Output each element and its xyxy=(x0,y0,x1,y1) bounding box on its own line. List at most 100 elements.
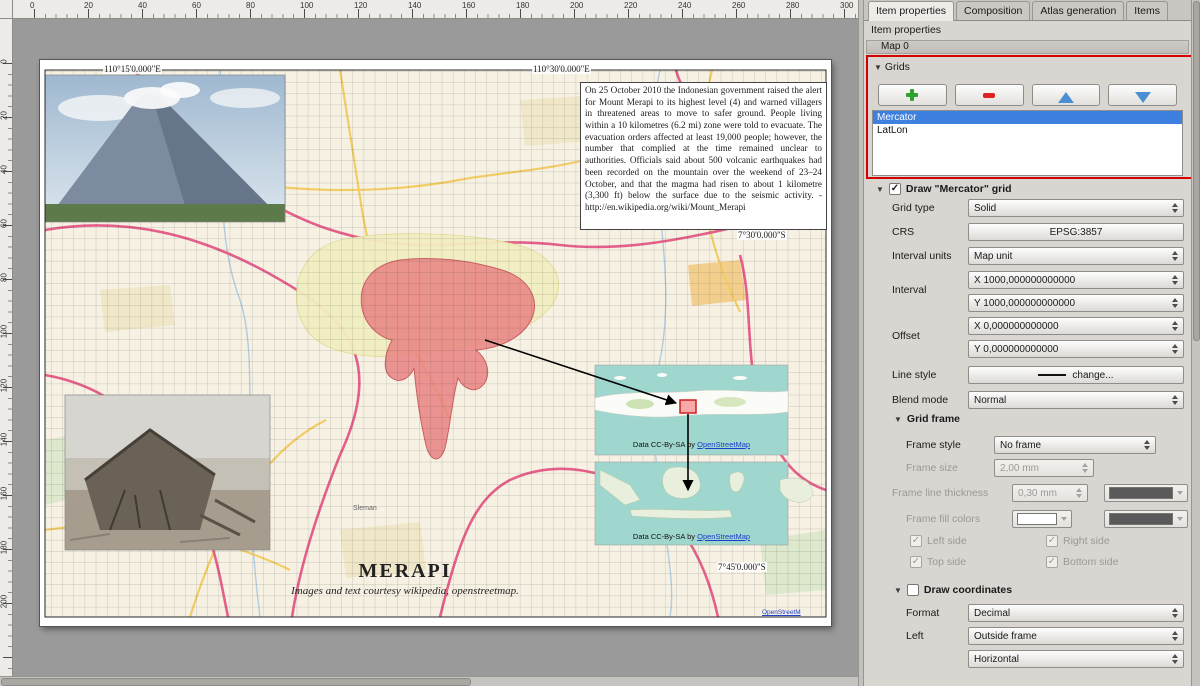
crs-button[interactable]: EPSG:3857 xyxy=(968,223,1184,241)
plus-icon xyxy=(904,87,920,103)
frame-fill-label: Frame fill colors xyxy=(906,513,980,525)
vertical-scrollbar-thumb[interactable] xyxy=(1193,1,1200,341)
horizontal-scrollbar-thumb[interactable] xyxy=(1,678,471,686)
vertical-scrollbar[interactable] xyxy=(1191,0,1200,686)
grid-coord-label: 7°30'0.000"S xyxy=(737,230,787,240)
interval-units-select[interactable]: Map unit xyxy=(968,247,1184,265)
blend-mode-label: Blend mode xyxy=(892,394,948,406)
checkbox-top-side: ✓Top side xyxy=(910,556,966,568)
grid-coord-label: 110°30'0.000"E xyxy=(532,64,591,74)
interval-x-spinbox[interactable]: X 1000,000000000000 xyxy=(968,271,1184,289)
composer-canvas[interactable]: 0204060801001201401601802002202402602803… xyxy=(0,0,858,686)
openstreetmap-link[interactable]: OpenStreetMap xyxy=(697,440,750,449)
interval-y-spinbox[interactable]: Y 1000,000000000000 xyxy=(968,294,1184,312)
inset-caption-1: Data CC-By-SA by OpenStreetMap xyxy=(597,440,786,449)
frame-fill-color2-button xyxy=(1104,510,1188,528)
ruler-corner xyxy=(0,0,13,19)
article-text-item[interactable]: On 25 October 2010 the Indonesian govern… xyxy=(580,82,827,230)
grid-frame-header[interactable]: ▼ Grid frame xyxy=(894,413,960,425)
grid-type-label: Grid type xyxy=(892,202,935,214)
left-mode-select[interactable]: Outside frame xyxy=(968,627,1184,645)
tab-items[interactable]: Items xyxy=(1126,1,1168,20)
grid-coord-label: 110°15'0.000"E xyxy=(103,64,162,74)
left-label: Left xyxy=(906,630,924,642)
grids-group-header[interactable]: ▼ Grids xyxy=(874,61,910,73)
interval-units-label: Interval units xyxy=(892,250,952,262)
arrow-down-icon xyxy=(1135,92,1151,103)
move-grid-down-button[interactable] xyxy=(1108,84,1177,106)
color-swatch xyxy=(1109,487,1173,499)
frame-style-select[interactable]: No frame xyxy=(994,436,1156,454)
tab-item-properties[interactable]: Item properties xyxy=(868,1,954,21)
draw-grid-checkbox[interactable]: ✓ xyxy=(889,183,901,195)
offset-y-spinbox[interactable]: Y 0,000000000000 xyxy=(968,340,1184,358)
frame-size-spinbox: 2,00 mm xyxy=(994,459,1094,477)
offset-x-spinbox[interactable]: X 0,000000000000 xyxy=(968,317,1184,335)
destroyed-house-photo[interactable] xyxy=(65,395,270,550)
draw-coordinates-checkbox[interactable] xyxy=(907,584,919,596)
remove-grid-button[interactable] xyxy=(955,84,1024,106)
map-item-header[interactable]: Map 0 xyxy=(866,40,1189,54)
left-orientation-select[interactable]: Horizontal xyxy=(968,650,1184,668)
map-title-item[interactable]: MERAPI Images and text courtesy wikipedi… xyxy=(255,560,555,597)
ruler-top: 0204060801001201401601802002202402602803… xyxy=(13,0,858,19)
volcano-photo[interactable] xyxy=(45,75,285,222)
frame-style-label: Frame style xyxy=(906,439,961,451)
frame-fill-color1-button xyxy=(1012,510,1072,528)
minus-icon xyxy=(981,87,997,103)
inset-extent-marker xyxy=(680,400,696,413)
panel-title: Item properties xyxy=(871,24,941,36)
line-style-button[interactable]: change... xyxy=(968,366,1184,384)
inset-caption-2: Data CC-By-SA by OpenStreetMap xyxy=(597,532,786,541)
map-title: MERAPI xyxy=(255,560,555,583)
tab-composition[interactable]: Composition xyxy=(956,1,1030,20)
checkbox-left-side: ✓Left side xyxy=(910,535,967,547)
grid-list-item-latlon[interactable]: LatLon xyxy=(873,124,1182,137)
frame-thickness-label: Frame line thickness xyxy=(892,487,988,499)
collapse-triangle-icon: ▼ xyxy=(894,415,902,424)
composition-page[interactable]: Sleman xyxy=(40,60,831,626)
ruler-left: 020406080100120140160180200 xyxy=(0,19,13,676)
blend-mode-select[interactable]: Normal xyxy=(968,391,1184,409)
panel-divider[interactable] xyxy=(858,0,864,686)
checkbox-icon: ✓ xyxy=(910,535,922,547)
add-grid-button[interactable] xyxy=(878,84,947,106)
color-swatch xyxy=(1109,513,1173,525)
collapse-triangle-icon: ▼ xyxy=(876,185,884,194)
line-preview-icon xyxy=(1038,374,1066,376)
tab-bar: Item propertiesCompositionAtlas generati… xyxy=(864,0,1191,21)
line-style-label: Line style xyxy=(892,369,936,381)
item-properties-panel: Item propertiesCompositionAtlas generati… xyxy=(864,0,1191,686)
checkbox-right-side: ✓Right side xyxy=(1046,535,1110,547)
crs-label: CRS xyxy=(892,226,914,238)
collapse-triangle-icon: ▼ xyxy=(894,586,902,595)
format-select[interactable]: Decimal xyxy=(968,604,1184,622)
frame-color-button xyxy=(1104,484,1188,502)
format-label: Format xyxy=(906,607,939,619)
article-text: On 25 October 2010 the Indonesian govern… xyxy=(585,85,822,212)
grids-toolbar xyxy=(878,84,1177,106)
frame-size-label: Frame size xyxy=(906,462,958,474)
checkbox-icon: ✓ xyxy=(910,556,922,568)
horizontal-scrollbar[interactable] xyxy=(0,676,858,686)
openstreetmap-link[interactable]: OpenStreetMap xyxy=(697,532,750,541)
checkbox-icon: ✓ xyxy=(1046,535,1058,547)
color-swatch xyxy=(1017,513,1057,525)
draw-coordinates-header: ▼ Draw coordinates xyxy=(894,584,1012,596)
grid-coord-label: 7°45'0.000"S xyxy=(717,562,767,572)
offset-label: Offset xyxy=(892,330,920,342)
grid-list-item-mercator[interactable]: Mercator xyxy=(873,111,1182,124)
tab-atlas-generation[interactable]: Atlas generation xyxy=(1032,1,1124,20)
map-subtitle: Images and text courtesy wikipedia, open… xyxy=(255,585,555,597)
checkbox-bottom-side: ✓Bottom side xyxy=(1046,556,1118,568)
osm-credit-link[interactable]: OpenStreetM xyxy=(762,609,801,616)
collapse-triangle-icon: ▼ xyxy=(874,63,882,72)
grids-list[interactable]: MercatorLatLon xyxy=(872,110,1183,176)
checkbox-icon: ✓ xyxy=(1046,556,1058,568)
interval-label: Interval xyxy=(892,284,926,296)
move-grid-up-button[interactable] xyxy=(1032,84,1101,106)
arrow-up-icon xyxy=(1058,92,1074,103)
draw-grid-header: ▼ ✓ Draw "Mercator" grid xyxy=(876,183,1012,195)
grid-type-select[interactable]: Solid xyxy=(968,199,1184,217)
frame-thickness-spinbox: 0,30 mm xyxy=(1012,484,1088,502)
